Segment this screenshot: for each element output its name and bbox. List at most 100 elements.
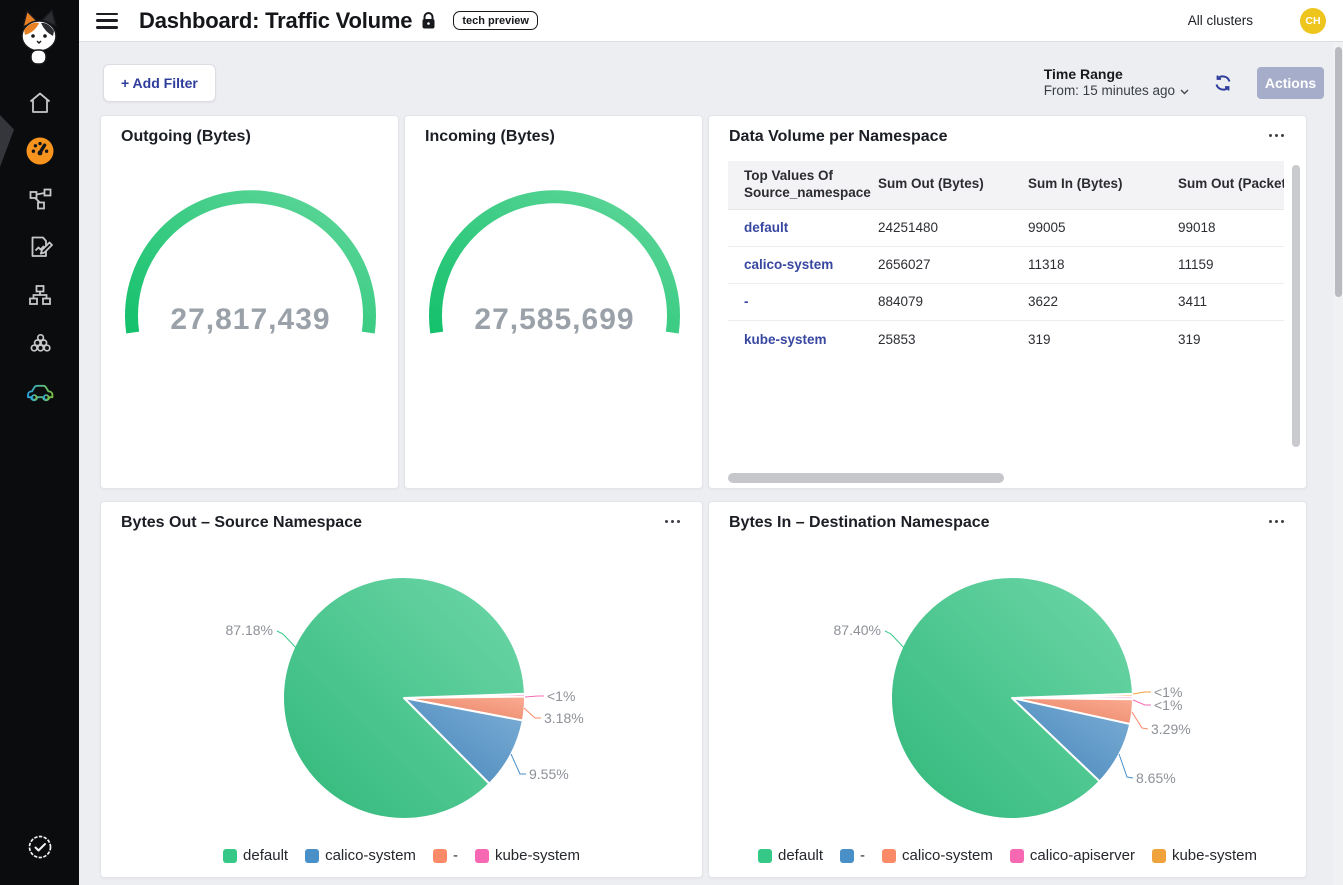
legend-item--[interactable]: - [433,847,458,864]
card-incoming-bytes: Incoming (Bytes) 27,585,699 [404,115,703,489]
legend-item-kube-system[interactable]: kube-system [475,847,580,864]
sidebar-item-service-graph[interactable] [0,177,79,221]
policies-icon [26,233,54,261]
gauge-value: 27,817,439 [170,303,330,336]
card-menu-button[interactable] [665,520,680,523]
legend-item-default[interactable]: default [223,847,288,864]
bytes-out-pie-chart[interactable]: 87.18%<1%3.18%9.55% [101,502,704,879]
table-cell: kube-system [728,320,862,357]
table-column-header: Sum In (Bytes) [1012,161,1162,209]
legend-label: default [778,847,823,864]
page-title: Dashboard: Traffic Volume [139,8,412,34]
sidebar-item-policies[interactable] [0,225,79,269]
legend-item--[interactable]: - [840,847,865,864]
table-cell: 99018 [1162,209,1284,246]
card-title: Bytes Out – Source Namespace [121,514,362,532]
table-cell: 11318 [1012,246,1162,283]
table-column-header: Top Values Of Source_namespace [728,161,862,209]
bytes-in-pie-chart[interactable]: 87.40%<1%<1%3.29%8.65% [709,502,1308,879]
card-title: Incoming (Bytes) [425,128,555,146]
table-header: Top Values Of Source_namespaceSum Out (B… [728,161,1284,209]
card-title: Data Volume per Namespace [729,128,947,146]
legend-item-calico-system[interactable]: calico-system [882,847,993,864]
pie-label-line [1132,712,1148,729]
add-filter-button[interactable]: + Add Filter [103,64,216,102]
namespace-link[interactable]: default [744,220,788,235]
gauge-value: 27,585,699 [474,303,634,336]
pie-label-line [524,708,541,718]
sidebar-item-dashboards[interactable] [0,129,79,173]
user-avatar[interactable]: CH [1300,8,1326,34]
pie-label-line [1133,700,1151,705]
legend-label: - [453,847,458,864]
legend-item-default[interactable]: default [758,847,823,864]
filter-toolbar: + Add Filter Time Range From: 15 minutes… [103,64,1324,102]
sidebar-item-network[interactable] [0,273,79,317]
legend-label: calico-system [325,847,416,864]
time-range: Time Range From: 15 minutes ago [1044,66,1189,100]
legend-swatch [840,849,854,863]
refresh-button[interactable] [1214,74,1232,92]
table-vertical-scrollbar-thumb[interactable] [1292,165,1300,447]
incoming-gauge-chart: 27,585,699 [405,116,704,490]
card-bytes-in-pie: Bytes In – Destination Namespace 87.40%<… [708,501,1307,878]
car-icon [24,376,56,404]
table-column-header: Sum Out (Bytes) [862,161,1012,209]
pie-percent-label: <1% [1154,697,1182,713]
legend-swatch [882,849,896,863]
time-range-selector[interactable]: From: 15 minutes ago [1044,83,1189,100]
sidebar-item-verified[interactable] [0,825,79,869]
table-column-header: Sum Out (Packets) [1162,161,1284,209]
home-icon [26,89,54,117]
service-graph-icon [26,185,54,213]
table-horizontal-scrollbar-thumb[interactable] [728,473,1004,483]
legend-label: - [860,847,865,864]
legend-item-calico-apiserver[interactable]: calico-apiserver [1010,847,1135,864]
table-row: calico-system 26560271131811159 [728,246,1284,283]
verified-check-icon [25,832,55,862]
chevron-down-icon [1180,89,1189,95]
table-row: -88407936223411 [728,283,1284,320]
card-title: Bytes In – Destination Namespace [729,514,990,532]
pie-label-line [885,631,906,650]
pie-legend: default -calico-system calico-apiserver kub… [709,847,1306,864]
legend-swatch [1152,849,1166,863]
table-cell: - [728,283,862,320]
pie-percent-label: <1% [547,688,575,704]
page-scrollbar [1333,42,1343,885]
table-cell: 24251480 [862,209,1012,246]
sidebar-item-drive[interactable] [0,368,79,412]
table-cell: 2656027 [862,246,1012,283]
topbar: Dashboard: Traffic Volume tech preview A… [79,0,1343,42]
table-cell: 884079 [862,283,1012,320]
namespace-link[interactable]: - [744,294,749,309]
legend-item-kube-system[interactable]: kube-system [1152,847,1257,864]
table-cell: 11159 [1162,246,1284,283]
actions-button[interactable]: Actions [1257,67,1324,99]
pie-label-line [277,631,298,650]
time-range-label: Time Range [1044,66,1189,84]
pie-label-line [1119,754,1133,778]
sidebar-item-home[interactable] [0,81,79,125]
sidebar [0,0,79,885]
table-cell: 3411 [1162,283,1284,320]
legend-label: kube-system [495,847,580,864]
legend-label: kube-system [1172,847,1257,864]
legend-item-calico-system[interactable]: calico-system [305,847,416,864]
menu-button[interactable] [96,13,118,29]
pie-label-line [1133,692,1151,694]
pie-percent-label: 3.29% [1151,721,1191,737]
card-menu-button[interactable] [1269,134,1284,137]
cluster-selector[interactable]: All clusters [1188,13,1253,28]
sidebar-item-clusters[interactable] [0,321,79,365]
pie-legend: default calico-system - kube-system [101,847,702,864]
pie-label-line [525,696,544,697]
namespace-link[interactable]: kube-system [744,332,827,347]
page-scrollbar-thumb[interactable] [1335,47,1342,297]
lock-icon [421,12,436,30]
pie-percent-label: 9.55% [529,766,569,782]
card-menu-button[interactable] [1269,520,1284,523]
namespace-link[interactable]: calico-system [744,257,833,272]
card-outgoing-bytes: Outgoing (Bytes) 27,817,439 [100,115,399,489]
table-cell: 25853 [862,320,1012,357]
